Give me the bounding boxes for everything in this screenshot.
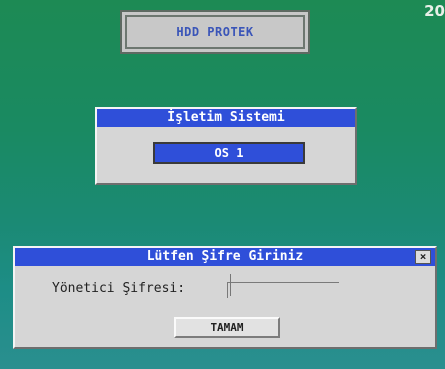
admin-password-label: Yönetici Şifresi: [52, 281, 186, 296]
password-dialog: Lütfen Şifre Giriniz × Yönetici Şifresi:… [13, 246, 437, 349]
os-dialog: İşletim Sistemi OS 1 [95, 107, 357, 185]
hdd-protek-banner: HDD PROTEK [120, 10, 310, 54]
close-icon[interactable]: × [415, 250, 431, 264]
ok-button[interactable]: TAMAM [174, 317, 280, 338]
os-selector[interactable]: OS 1 [153, 142, 305, 164]
os-dialog-title: İşletim Sistemi [97, 109, 355, 127]
corner-text: 20 [424, 2, 445, 20]
admin-password-input[interactable] [227, 274, 339, 298]
password-dialog-title-text: Lütfen Şifre Giriniz [146, 249, 304, 264]
password-dialog-title: Lütfen Şifre Giriniz × [15, 248, 435, 266]
hdd-protek-label: HDD PROTEK [176, 25, 254, 39]
